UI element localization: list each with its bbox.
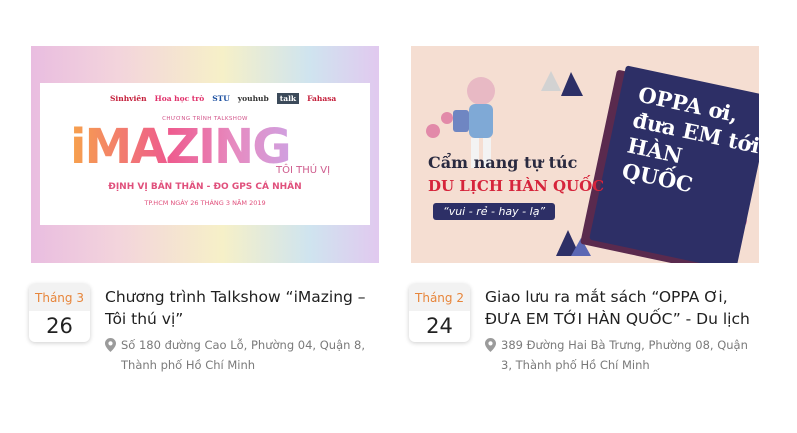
- sponsor-logos: Sinhviên Hoa học trò STU youhub talk Fah…: [110, 93, 336, 104]
- event-title-link[interactable]: Chương trình Talkshow “iMazing – Tôi thú…: [105, 286, 377, 330]
- banner-tagline: TÔI THÚ VỊ: [276, 165, 331, 176]
- date-day: 24: [426, 314, 453, 338]
- banner-date-line: TP.HCM NGÀY 26 THÁNG 3 NĂM 2019: [144, 199, 266, 207]
- event-banner-image[interactable]: OPPA ơi, đưa EM tới HÀN QUỐC Cẩm nang tự…: [411, 46, 759, 263]
- location-pin-icon: [485, 338, 496, 352]
- logo-fahasa: Fahasa: [307, 94, 337, 103]
- date-month: Tháng 2: [409, 284, 470, 311]
- logo-hoahoctro: Hoa học trò: [154, 94, 205, 103]
- event-card-oppa[interactable]: OPPA ơi, đưa EM tới HÀN QUỐC Cẩm nang tự…: [409, 46, 759, 372]
- logo-stu: STU: [212, 94, 230, 103]
- date-badge: Tháng 3 26: [29, 284, 90, 342]
- banner-poster: Sinhviên Hoa học trò STU youhub talk Fah…: [40, 83, 370, 225]
- event-address: Số 180 đường Cao Lỗ, Phường 04, Quận 8, …: [121, 338, 366, 372]
- banner-heading-2: DU LỊCH HÀN QUỐC: [428, 177, 605, 195]
- location-pin-icon: [105, 338, 116, 352]
- banner-heading-1: Cẩm nang tự túc: [428, 153, 578, 172]
- banner-headline: iMAZING: [70, 119, 292, 175]
- logo-youhub: youhub: [237, 94, 269, 103]
- event-banner-image[interactable]: Sinhviên Hoa học trò STU youhub talk Fah…: [31, 46, 379, 263]
- banner-slogan: “vui - rẻ - hay - lạ”: [433, 203, 556, 220]
- event-address: 389 Đường Hai Bà Trưng, Phường 08, Quận …: [501, 338, 748, 372]
- date-month: Tháng 3: [29, 284, 90, 311]
- event-card-imazing[interactable]: Sinhviên Hoa học trò STU youhub talk Fah…: [29, 46, 379, 372]
- logo-sinhvien: Sinhviên: [110, 94, 147, 103]
- banner-line: ĐỊNH VỊ BẢN THÂN - ĐO GPS CÁ NHÂN: [108, 182, 302, 192]
- date-badge: Tháng 2 24: [409, 284, 470, 342]
- logo-talk: talk: [276, 93, 300, 104]
- event-info: Tháng 2 24 Giao lưu ra mắt sách “OPPA Ơi…: [409, 284, 759, 374]
- event-info: Tháng 3 26 Chương trình Talkshow “iMazin…: [29, 284, 379, 374]
- date-day: 26: [46, 314, 73, 338]
- event-title-link[interactable]: Giao lưu ra mắt sách “OPPA Ơi, ĐƯA EM TỚ…: [485, 286, 757, 330]
